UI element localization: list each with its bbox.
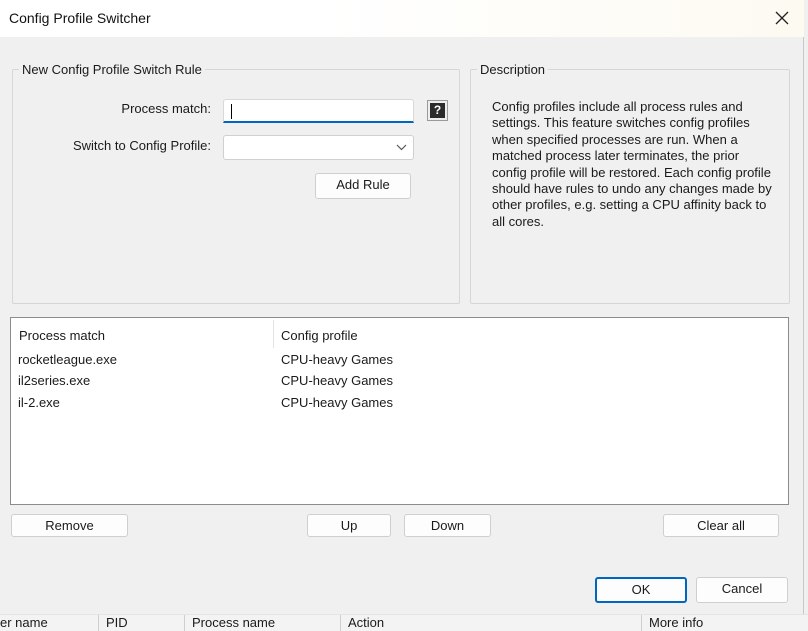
- move-up-button[interactable]: Up: [307, 514, 391, 537]
- window-title: Config Profile Switcher: [9, 10, 151, 26]
- bg-column-action: Action: [348, 615, 385, 630]
- process-match-label: Process match:: [121, 101, 211, 116]
- config-profile-switcher-dialog: Config Profile Switcher New Config Profi…: [0, 0, 804, 614]
- row-config-profile: CPU-heavy Games: [281, 352, 393, 367]
- row-process-match: il2series.exe: [18, 373, 91, 388]
- background-table-header: er name PID Process name Action More inf…: [0, 614, 808, 631]
- column-divider[interactable]: [273, 320, 274, 348]
- description-text: Config profiles include all process rule…: [492, 99, 772, 229]
- column-header-config-profile[interactable]: Config profile: [281, 328, 358, 343]
- table-header: Process match Config profile: [11, 318, 788, 350]
- bg-column-process-name: Process name: [192, 615, 276, 630]
- text-caret: [231, 104, 232, 119]
- bg-column-divider: [98, 615, 99, 631]
- row-process-match: rocketleague.exe: [18, 352, 118, 367]
- add-rule-button[interactable]: Add Rule: [315, 173, 411, 199]
- bg-column-divider: [641, 615, 642, 631]
- ok-button[interactable]: OK: [595, 577, 687, 603]
- description-legend: Description: [480, 62, 546, 77]
- help-button[interactable]: ?: [427, 100, 448, 121]
- bg-column-user-name: er name: [0, 615, 48, 630]
- remove-button[interactable]: Remove: [11, 514, 128, 537]
- cancel-button[interactable]: Cancel: [696, 577, 788, 603]
- rules-table[interactable]: Process match Config profile rocketleagu…: [10, 317, 789, 505]
- close-button[interactable]: [766, 4, 798, 32]
- move-down-button[interactable]: Down: [404, 514, 491, 537]
- bg-column-divider: [340, 615, 341, 631]
- table-row[interactable]: rocketleague.exe CPU-heavy Games: [11, 350, 788, 371]
- title-bar: Config Profile Switcher: [0, 0, 804, 37]
- chevron-down-icon: [396, 144, 407, 151]
- process-match-input[interactable]: [223, 99, 414, 123]
- switch-to-profile-label: Switch to Config Profile:: [72, 138, 211, 153]
- new-rule-legend: New Config Profile Switch Rule: [22, 62, 202, 77]
- bg-column-pid: PID: [106, 615, 128, 630]
- clear-all-button[interactable]: Clear all: [663, 514, 779, 537]
- bg-column-divider: [184, 615, 185, 631]
- table-row[interactable]: il-2.exe CPU-heavy Games: [11, 393, 788, 414]
- switch-to-profile-select[interactable]: [223, 135, 414, 160]
- row-config-profile: CPU-heavy Games: [281, 373, 393, 388]
- table-row[interactable]: il2series.exe CPU-heavy Games: [11, 371, 788, 392]
- bg-column-more-info: More info: [649, 615, 704, 630]
- row-config-profile: CPU-heavy Games: [281, 395, 393, 410]
- row-process-match: il-2.exe: [18, 395, 60, 410]
- column-header-process-match[interactable]: Process match: [19, 328, 105, 343]
- help-icon: ?: [430, 103, 445, 118]
- close-icon: [775, 11, 789, 25]
